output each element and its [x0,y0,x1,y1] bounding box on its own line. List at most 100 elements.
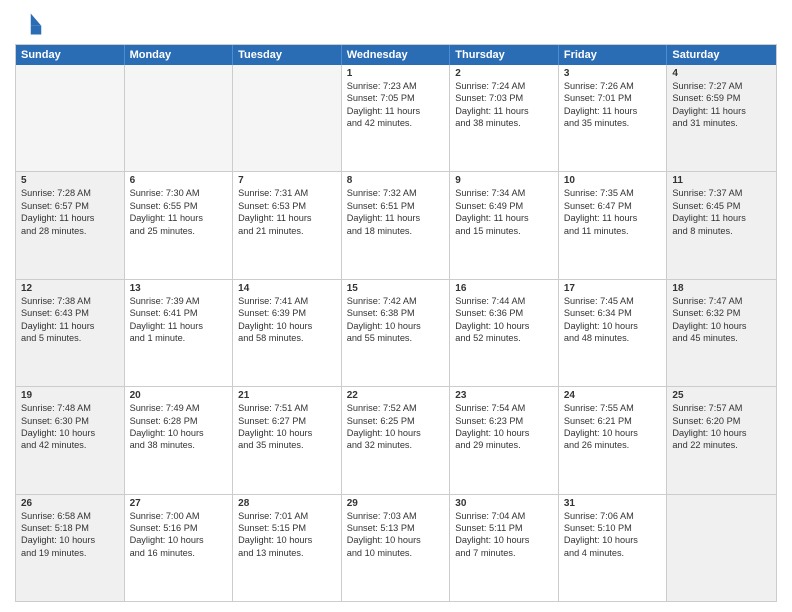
day-number: 5 [21,175,119,186]
cell-info-line: and 1 minute. [130,332,228,344]
cell-info-line: and 58 minutes. [238,332,336,344]
cell-info-line: Sunset: 6:59 PM [672,92,771,104]
calendar-cell-r0-c3: 1Sunrise: 7:23 AMSunset: 7:05 PMDaylight… [342,65,451,171]
day-number: 16 [455,283,553,294]
day-number: 19 [21,390,119,401]
cell-info-line: Sunrise: 7:48 AM [21,402,119,414]
day-number: 10 [564,175,662,186]
calendar-header-wednesday: Wednesday [342,45,451,65]
cell-info-line: and 5 minutes. [21,332,119,344]
day-number: 28 [238,498,336,509]
cell-info-line: Sunset: 6:32 PM [672,307,771,319]
cell-info-line: Sunrise: 7:06 AM [564,510,662,522]
cell-info-line: Sunset: 6:57 PM [21,200,119,212]
cell-info-line: Sunset: 6:30 PM [21,415,119,427]
cell-info-line: Sunset: 6:43 PM [21,307,119,319]
cell-info-line: and 38 minutes. [455,117,553,129]
calendar-header: SundayMondayTuesdayWednesdayThursdayFrid… [16,45,776,65]
cell-info-line: Sunrise: 7:27 AM [672,80,771,92]
cell-info-line: Sunset: 6:27 PM [238,415,336,427]
cell-info-line: and 42 minutes. [347,117,445,129]
calendar-cell-r0-c2 [233,65,342,171]
cell-info-line: Sunset: 5:10 PM [564,522,662,534]
cell-info-line: Sunrise: 7:47 AM [672,295,771,307]
calendar-cell-r3-c3: 22Sunrise: 7:52 AMSunset: 6:25 PMDayligh… [342,387,451,493]
day-number: 20 [130,390,228,401]
calendar-cell-r3-c1: 20Sunrise: 7:49 AMSunset: 6:28 PMDayligh… [125,387,234,493]
cell-info-line: Sunset: 6:39 PM [238,307,336,319]
cell-info-line: and 52 minutes. [455,332,553,344]
cell-info-line: Sunrise: 7:52 AM [347,402,445,414]
day-number: 26 [21,498,119,509]
cell-info-line: Daylight: 10 hours [238,427,336,439]
day-number: 18 [672,283,771,294]
calendar-row-0: 1Sunrise: 7:23 AMSunset: 7:05 PMDaylight… [16,65,776,172]
cell-info-line: Sunset: 6:36 PM [455,307,553,319]
day-number: 7 [238,175,336,186]
calendar-cell-r2-c5: 17Sunrise: 7:45 AMSunset: 6:34 PMDayligh… [559,280,668,386]
cell-info-line: and 19 minutes. [21,547,119,559]
cell-info-line: Daylight: 10 hours [455,534,553,546]
cell-info-line: and 35 minutes. [238,439,336,451]
day-number: 3 [564,68,662,79]
cell-info-line: Sunrise: 7:45 AM [564,295,662,307]
calendar-header-sunday: Sunday [16,45,125,65]
cell-info-line: and 18 minutes. [347,225,445,237]
cell-info-line: and 28 minutes. [21,225,119,237]
cell-info-line: Daylight: 10 hours [455,427,553,439]
cell-info-line: Daylight: 11 hours [455,212,553,224]
calendar-row-1: 5Sunrise: 7:28 AMSunset: 6:57 PMDaylight… [16,172,776,279]
day-number: 4 [672,68,771,79]
calendar-cell-r2-c6: 18Sunrise: 7:47 AMSunset: 6:32 PMDayligh… [667,280,776,386]
cell-info-line: Sunrise: 7:41 AM [238,295,336,307]
calendar-cell-r0-c0 [16,65,125,171]
calendar-cell-r1-c1: 6Sunrise: 7:30 AMSunset: 6:55 PMDaylight… [125,172,234,278]
cell-info-line: Daylight: 10 hours [130,534,228,546]
cell-info-line: and 11 minutes. [564,225,662,237]
cell-info-line: Daylight: 10 hours [672,320,771,332]
cell-info-line: Sunset: 6:28 PM [130,415,228,427]
calendar-cell-r1-c5: 10Sunrise: 7:35 AMSunset: 6:47 PMDayligh… [559,172,668,278]
cell-info-line: Daylight: 11 hours [347,212,445,224]
cell-info-line: Daylight: 11 hours [564,105,662,117]
calendar-cell-r2-c4: 16Sunrise: 7:44 AMSunset: 6:36 PMDayligh… [450,280,559,386]
cell-info-line: Daylight: 10 hours [21,534,119,546]
calendar-cell-r0-c4: 2Sunrise: 7:24 AMSunset: 7:03 PMDaylight… [450,65,559,171]
cell-info-line: Sunrise: 7:44 AM [455,295,553,307]
cell-info-line: Sunrise: 7:39 AM [130,295,228,307]
day-number: 1 [347,68,445,79]
cell-info-line: Sunset: 6:53 PM [238,200,336,212]
cell-info-line: Sunset: 6:23 PM [455,415,553,427]
cell-info-line: Daylight: 11 hours [347,105,445,117]
day-number: 27 [130,498,228,509]
cell-info-line: Daylight: 10 hours [564,320,662,332]
calendar-header-thursday: Thursday [450,45,559,65]
cell-info-line: Daylight: 10 hours [455,320,553,332]
calendar-cell-r4-c2: 28Sunrise: 7:01 AMSunset: 5:15 PMDayligh… [233,495,342,601]
cell-info-line: Daylight: 11 hours [21,212,119,224]
cell-info-line: and 22 minutes. [672,439,771,451]
cell-info-line: Sunset: 6:55 PM [130,200,228,212]
calendar-cell-r4-c3: 29Sunrise: 7:03 AMSunset: 5:13 PMDayligh… [342,495,451,601]
day-number: 12 [21,283,119,294]
calendar-row-2: 12Sunrise: 7:38 AMSunset: 6:43 PMDayligh… [16,280,776,387]
cell-info-line: Sunset: 6:45 PM [672,200,771,212]
cell-info-line: Sunset: 6:34 PM [564,307,662,319]
cell-info-line: Sunrise: 7:31 AM [238,187,336,199]
cell-info-line: Daylight: 11 hours [130,212,228,224]
cell-info-line: Daylight: 10 hours [347,534,445,546]
calendar-cell-r4-c4: 30Sunrise: 7:04 AMSunset: 5:11 PMDayligh… [450,495,559,601]
cell-info-line: Daylight: 11 hours [21,320,119,332]
cell-info-line: Sunrise: 7:32 AM [347,187,445,199]
day-number: 23 [455,390,553,401]
cell-info-line: Sunrise: 6:58 AM [21,510,119,522]
cell-info-line: and 31 minutes. [672,117,771,129]
day-number: 24 [564,390,662,401]
cell-info-line: Sunset: 5:11 PM [455,522,553,534]
calendar-row-4: 26Sunrise: 6:58 AMSunset: 5:18 PMDayligh… [16,495,776,601]
cell-info-line: Sunrise: 7:55 AM [564,402,662,414]
cell-info-line: Sunset: 7:01 PM [564,92,662,104]
cell-info-line: and 35 minutes. [564,117,662,129]
logo-icon [15,10,43,38]
calendar-cell-r3-c4: 23Sunrise: 7:54 AMSunset: 6:23 PMDayligh… [450,387,559,493]
